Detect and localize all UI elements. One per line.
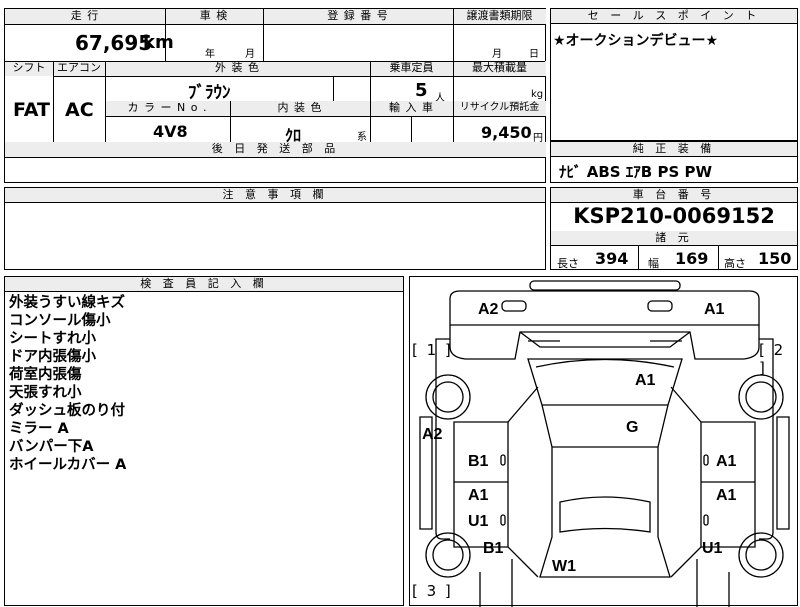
mark-left-rear-door-a: A1 [468,487,489,504]
recycle-value: 9,450 [481,123,532,142]
caution-header: 注 意 事 項 欄 [5,188,545,203]
corner-marker-3: [ 3 ] [412,582,453,600]
inspector-note: 荷室内張傷 [9,367,82,383]
shift-header: シフト [5,61,53,76]
color-no-value: 4V8 [153,122,188,141]
inspector-header: 検 査 員 記 入 欄 [5,277,403,292]
width-label: 幅 [648,257,659,270]
specs-header: 諸 元 [551,231,797,246]
registration-header: 登 録 番 号 [263,9,453,24]
corner-marker-1: [ 1 ] [412,341,453,359]
mark-right-front-door: A1 [716,453,737,470]
shift-value: FAT [13,99,50,121]
mark-windshield: G [626,419,639,436]
inspection-year: 年 [205,49,215,60]
inspection-month: 月 [245,49,255,60]
inspector-note: コンソール傷小 [9,313,111,329]
mark-left-front-door: B1 [468,453,489,470]
height-value: 150 [758,249,792,268]
interior-suffix: 系 [357,132,367,143]
height-label: 高さ [724,257,746,270]
corner-marker-2: [ 2 ] [759,341,786,377]
width-value: 169 [675,249,709,268]
capacity-header: 乗車定員 [370,61,453,76]
inspector-box: 検 査 員 記 入 欄 外装うすい線キズ コンソール傷小 シートすれ小 ドア内張… [4,276,404,606]
import-header: 輸 入 車 [370,101,453,116]
mark-left-rear: B1 [483,540,504,557]
inspector-note: バンパー下A [9,439,94,455]
exterior-color-header: 外 装 色 [105,61,370,76]
mark-right-rear-door: A1 [716,487,737,504]
caution-box: 注 意 事 項 欄 [4,187,546,270]
interior-header: 内 装 色 [230,101,370,116]
car-outline-diagram [419,280,790,607]
vehicle-info-grid: 走 行 車 検 登 録 番 号 譲渡書類期限 67,695 km 年 月 月 日… [4,8,546,183]
chassis-box: 車 台 番 号 KSP210-0069152 諸 元 長さ 394 幅 169 … [550,187,798,270]
inspector-note: シートすれ小 [9,331,96,347]
sales-point-header: セ ー ル ス ポ イ ン ト [551,9,797,24]
mark-left-rear-door-u: U1 [468,513,489,530]
mark-hood: A1 [635,372,656,389]
equipment-text: ﾅﾋﾞ ABS ｴｱB PS PW [559,163,713,181]
inspector-note: ミラー A [9,421,69,437]
inspector-note: ドア内張傷小 [9,349,96,365]
inspector-note: ホイールカバー A [9,457,127,473]
aircon-value: AC [65,99,94,121]
parts-header: 後 日 発 送 部 品 [5,142,546,157]
load-unit: kg [531,89,544,100]
inspection-header: 車 検 [165,9,263,24]
capacity-value: 5 [415,80,428,101]
mark-left-fender: A2 [422,426,443,443]
color-no-header: カ ラ ー N o . [105,101,230,116]
load-header: 最大積載量 [453,61,546,76]
mark-front-left: A2 [478,301,499,318]
exterior-color-value: ﾌﾞﾗｳﾝ [188,83,231,103]
transfer-month: 月 [492,49,502,60]
chassis-number: KSP210-0069152 [573,204,775,228]
equipment-header: 純 正 装 備 [551,142,797,157]
mark-front-right: A1 [704,301,725,318]
mileage-header: 走 行 [5,9,165,24]
recycle-header: リサイクル預託金 [453,101,546,116]
inspector-note: ダッシュ板のり付 [9,403,125,419]
transfer-header: 譲渡書類期限 [453,9,546,24]
equipment-box: 純 正 装 備 ﾅﾋﾞ ABS ｴｱB PS PW [550,141,798,183]
mileage-value: 67,695 [75,31,153,55]
sales-point-text: ★オークションデビュー★ [553,33,719,49]
mark-rear-glass: W1 [552,558,576,575]
transfer-day: 日 [529,49,539,60]
aircon-header: エアコン [53,61,105,76]
length-label: 長さ [557,257,579,270]
sales-point-box: セ ー ル ス ポ イ ン ト ★オークションデビュー★ [550,8,798,141]
mark-right-rear: U1 [702,540,723,557]
chassis-header: 車 台 番 号 [551,188,797,203]
inspector-note: 天張すれ小 [9,385,82,401]
mileage-unit: km [143,32,174,53]
inspector-note: 外装うすい線キズ [9,295,125,311]
inspector-notes: 外装うすい線キズ コンソール傷小 シートすれ小 ドア内張傷小 荷室内張傷 天張す… [9,294,126,474]
length-value: 394 [595,249,629,268]
car-diagram: [ 1 ] [ 2 ] [ 3 ] A2 A1 A1 A2 G B1 A1 A1… [409,276,798,607]
